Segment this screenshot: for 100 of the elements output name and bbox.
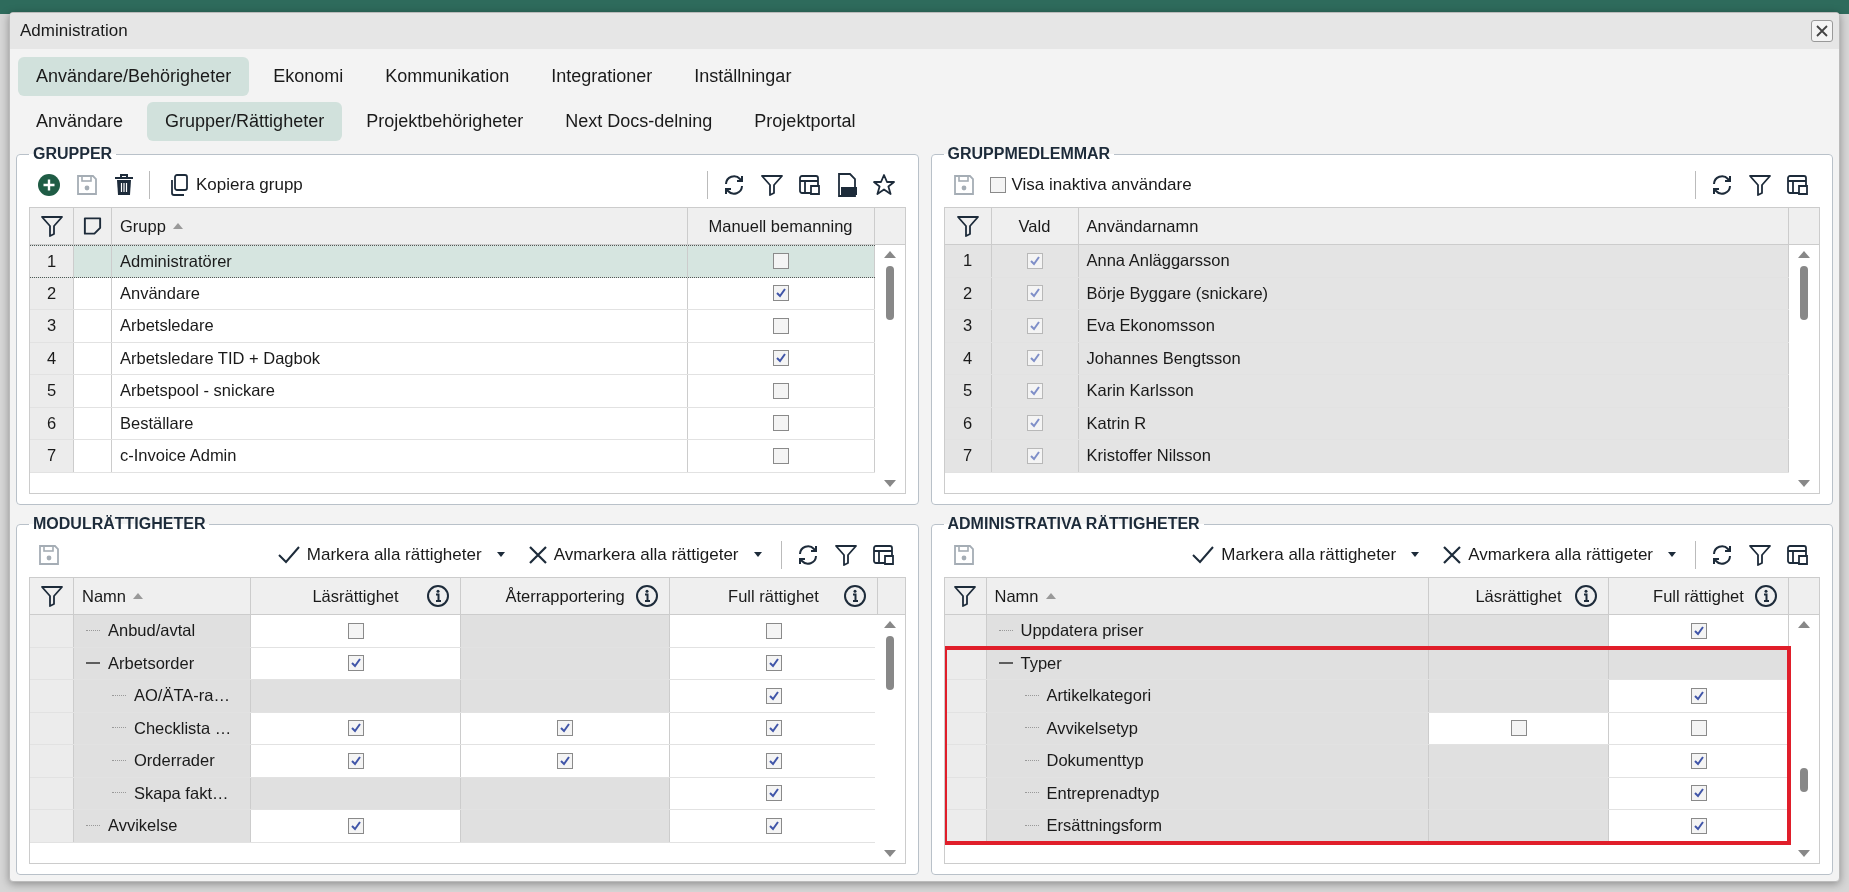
table-row[interactable]: 4 Johannes Bengtsson bbox=[944, 342, 1789, 375]
filter-icon[interactable] bbox=[833, 543, 858, 567]
column-header[interactable]: Full rättighet bbox=[1653, 586, 1744, 606]
table-row[interactable]: 6 Katrin R bbox=[944, 407, 1789, 440]
star-icon[interactable] bbox=[871, 173, 896, 197]
checkbox[interactable] bbox=[1026, 252, 1043, 269]
info-icon[interactable] bbox=[843, 584, 867, 608]
tree-item[interactable]: Arbetsorder bbox=[74, 647, 251, 679]
subtab[interactable]: Next Docs-delning bbox=[547, 102, 731, 141]
tree-item[interactable]: Checklista … bbox=[74, 712, 251, 744]
grid-export-icon[interactable] bbox=[797, 173, 822, 197]
note-icon[interactable] bbox=[82, 215, 103, 237]
table-row[interactable]: 6 Beställare bbox=[30, 407, 875, 440]
table-row[interactable]: 3 Eva Ekonomsson bbox=[944, 310, 1789, 343]
add-icon[interactable] bbox=[37, 173, 61, 197]
tab[interactable]: Kommunikation bbox=[367, 57, 528, 96]
checkbox[interactable] bbox=[347, 622, 364, 639]
checkbox[interactable] bbox=[765, 655, 782, 672]
checkbox[interactable] bbox=[772, 317, 789, 334]
refresh-icon[interactable] bbox=[1710, 173, 1734, 197]
unmark-all-button[interactable]: Avmarkera alla rättigeter bbox=[523, 543, 767, 567]
checkbox[interactable] bbox=[765, 687, 782, 704]
table-row[interactable]: 3 Arbetsledare bbox=[30, 310, 875, 343]
filter-icon[interactable] bbox=[1748, 173, 1772, 197]
tree-item[interactable]: Avvikelse bbox=[74, 810, 251, 842]
caret-icon[interactable] bbox=[1667, 552, 1677, 558]
filter-icon[interactable] bbox=[1748, 543, 1772, 567]
table-row[interactable]: 4 Arbetsledare TID + Dagbok bbox=[30, 342, 875, 375]
checkbox[interactable] bbox=[347, 655, 364, 672]
checkbox[interactable] bbox=[772, 415, 789, 432]
mark-all-button[interactable]: Markera alla rättigheter bbox=[272, 543, 510, 567]
table-row[interactable]: 1 Administratörer bbox=[30, 245, 875, 278]
copy-group-button[interactable]: Kopiera grupp bbox=[164, 171, 307, 199]
filter-icon[interactable] bbox=[759, 173, 784, 197]
info-icon[interactable] bbox=[426, 584, 450, 608]
tab[interactable]: Inställningar bbox=[676, 57, 810, 96]
subtab[interactable]: Användare bbox=[18, 102, 142, 141]
checkbox[interactable] bbox=[1026, 382, 1043, 399]
checkbox[interactable] bbox=[1690, 687, 1707, 704]
cross-icon[interactable] bbox=[1442, 545, 1463, 565]
tree-item[interactable]: Ersättningsform bbox=[986, 810, 1429, 842]
column-header[interactable]: Användarnamn bbox=[1078, 208, 1789, 244]
checkbox[interactable] bbox=[772, 447, 789, 464]
table-row[interactable]: 5 Arbetspool - snickare bbox=[30, 375, 875, 408]
grid-export-icon[interactable] bbox=[1786, 173, 1810, 197]
checkbox[interactable] bbox=[1026, 350, 1043, 367]
checkbox[interactable] bbox=[765, 785, 782, 802]
xls-file-icon[interactable] bbox=[835, 173, 858, 197]
copy-icon[interactable] bbox=[168, 173, 190, 197]
column-header[interactable]: Vald bbox=[991, 208, 1079, 244]
checkbox[interactable] bbox=[1690, 817, 1707, 834]
table-row[interactable]: 7 c-Invoice Admin bbox=[30, 440, 875, 473]
filter-icon[interactable] bbox=[953, 584, 977, 608]
checkbox[interactable] bbox=[557, 752, 573, 769]
check-icon[interactable] bbox=[1191, 545, 1216, 565]
caret-icon[interactable] bbox=[495, 552, 506, 558]
checkbox[interactable] bbox=[772, 350, 789, 367]
caret-icon[interactable] bbox=[752, 552, 763, 558]
subtab[interactable]: Grupper/Rättigheter bbox=[147, 102, 343, 141]
tab[interactable]: Ekonomi bbox=[255, 57, 362, 96]
table-row[interactable]: 5 Karin Karlsson bbox=[944, 375, 1789, 408]
checkbox[interactable] bbox=[347, 752, 364, 769]
table-row[interactable]: 7 Kristoffer Nilsson bbox=[944, 440, 1789, 473]
collapse-icon[interactable] bbox=[86, 661, 100, 666]
filter-icon[interactable] bbox=[39, 584, 64, 608]
checkbox[interactable] bbox=[1510, 720, 1527, 737]
grid-export-icon[interactable] bbox=[1786, 543, 1810, 567]
tree-item[interactable]: Skapa fakt… bbox=[74, 777, 251, 809]
tree-item[interactable]: AO/ÄTA-ra… bbox=[74, 680, 251, 712]
info-icon[interactable] bbox=[1574, 584, 1598, 608]
checkbox[interactable] bbox=[1690, 785, 1707, 802]
check-icon[interactable] bbox=[276, 545, 301, 565]
column-header[interactable]: Manuell bemanning bbox=[687, 208, 875, 244]
info-icon[interactable] bbox=[635, 584, 659, 608]
subtab[interactable]: Projektportal bbox=[736, 102, 874, 141]
checkbox[interactable] bbox=[765, 622, 782, 639]
checkbox[interactable] bbox=[1690, 622, 1707, 639]
column-header[interactable]: Namn bbox=[82, 586, 126, 606]
table-row[interactable]: 2 Användare bbox=[30, 277, 875, 310]
checkbox[interactable] bbox=[347, 720, 364, 737]
checkbox[interactable] bbox=[765, 817, 782, 834]
column-header[interactable]: Läsrättighet bbox=[312, 586, 399, 606]
caret-icon[interactable] bbox=[1410, 552, 1421, 558]
column-header[interactable]: Namn bbox=[994, 586, 1039, 606]
checkbox[interactable] bbox=[1026, 285, 1043, 302]
checkbox[interactable] bbox=[772, 285, 789, 302]
mark-all-button[interactable]: Markera alla rättigheter bbox=[1187, 543, 1425, 567]
tree-item[interactable]: Typer bbox=[986, 647, 1429, 679]
filter-icon[interactable] bbox=[955, 214, 980, 238]
column-header[interactable]: Återrapportering bbox=[505, 586, 625, 606]
checkbox[interactable] bbox=[772, 253, 789, 270]
checkbox[interactable] bbox=[347, 817, 364, 834]
filter-icon[interactable] bbox=[39, 214, 64, 238]
unmark-all-button[interactable]: Avmarkera alla rättigeter bbox=[1438, 543, 1681, 567]
tab[interactable]: Användare/Behörigheter bbox=[18, 57, 250, 96]
table-row[interactable]: 2 Börje Byggare (snickare) bbox=[944, 277, 1789, 310]
checkbox[interactable] bbox=[1690, 720, 1707, 737]
checkbox[interactable] bbox=[772, 382, 789, 399]
checkbox[interactable] bbox=[765, 720, 782, 737]
refresh-icon[interactable] bbox=[1710, 543, 1734, 567]
